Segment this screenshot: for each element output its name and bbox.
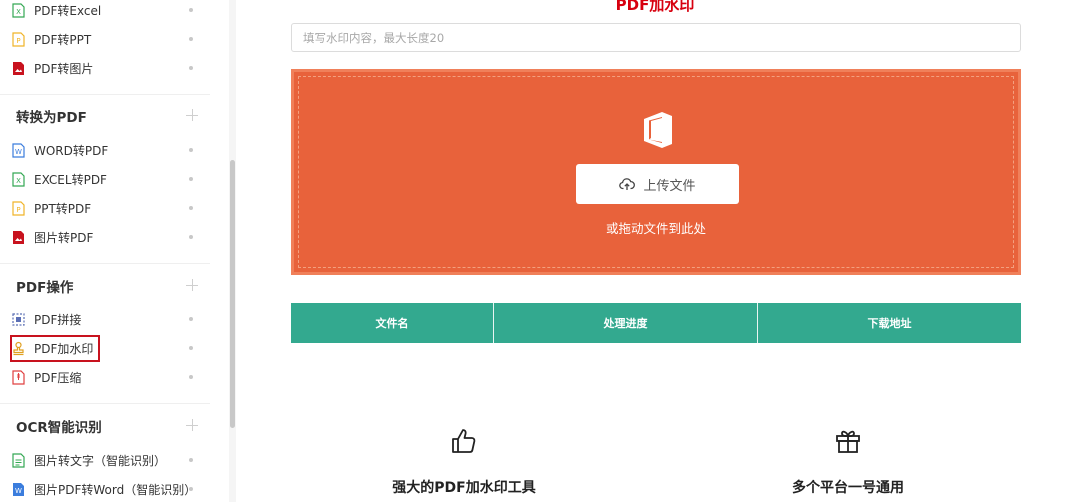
ppt-file-icon: P: [12, 32, 25, 47]
column-header-download: 下载地址: [867, 317, 912, 330]
sidebar-item-image-to-pdf[interactable]: 图片转PDF: [0, 223, 210, 252]
stamp-icon: [13, 341, 24, 356]
dot-icon: [189, 458, 193, 462]
feature-title: 强大的PDF加水印工具: [392, 480, 536, 496]
file-drop-zone[interactable]: 上传文件 或拖动文件到此处: [291, 69, 1021, 275]
file-table-header: 文件名 处理进度 下载地址: [291, 303, 1021, 343]
merge-icon: [12, 313, 25, 326]
sidebar-item-label: WORD转PDF: [34, 144, 109, 158]
watermark-text-input[interactable]: [291, 23, 1021, 52]
feature-multi-platform: 多个平台一号通用: [748, 427, 948, 497]
dot-icon: [189, 487, 193, 491]
expand-plus-icon[interactable]: [186, 109, 198, 121]
compress-file-icon: [12, 370, 25, 385]
upload-file-button[interactable]: 上传文件: [576, 164, 739, 204]
sidebar-item-pdf-to-excel[interactable]: X PDF转Excel: [0, 0, 210, 25]
sidebar-item-pdf-merge[interactable]: PDF拼接: [0, 305, 210, 334]
feature-powerful-tool: 强大的PDF加水印工具: [364, 427, 564, 497]
expand-plus-icon[interactable]: [186, 279, 198, 291]
sidebar: X PDF转Excel P PDF转PPT PDF转图片 转换为PDF W WO…: [0, 0, 230, 502]
sidebar-item-word-to-pdf[interactable]: W WORD转PDF: [0, 136, 210, 165]
group-title-to-pdf[interactable]: 转换为PDF: [16, 106, 87, 126]
dot-icon: [189, 148, 193, 152]
sidebar-item-label: PDF转PPT: [34, 33, 92, 47]
upload-file-label: 上传文件: [643, 178, 696, 194]
column-header-progress: 处理进度: [494, 303, 758, 343]
excel-file-icon: X: [12, 172, 25, 187]
sidebar-item-image-pdf-to-word[interactable]: W 图片PDF转Word（智能识别）: [0, 475, 210, 502]
sidebar-item-label: 图片PDF转Word（智能识别）: [34, 483, 197, 497]
sidebar-item-pdf-compress[interactable]: PDF压缩: [0, 363, 210, 392]
dot-icon: [189, 375, 193, 379]
cloud-upload-icon: [619, 178, 636, 190]
text-file-icon: [12, 453, 25, 468]
divider: [0, 403, 210, 404]
dot-icon: [189, 235, 193, 239]
sidebar-item-pdf-watermark[interactable]: PDF加水印: [0, 334, 210, 363]
sidebar-item-label: PPT转PDF: [34, 202, 92, 216]
svg-text:X: X: [16, 177, 21, 185]
dot-icon: [189, 8, 193, 12]
word-file-icon: W: [12, 143, 25, 158]
sidebar-item-ppt-to-pdf[interactable]: P PPT转PDF: [0, 194, 210, 223]
feature-title: 多个平台一号通用: [792, 480, 904, 496]
sidebar-item-image-to-text[interactable]: 图片转文字（智能识别）: [0, 446, 210, 475]
svg-text:P: P: [16, 37, 20, 45]
svg-text:W: W: [15, 148, 22, 156]
excel-file-icon: X: [12, 3, 25, 18]
ppt-file-icon: P: [12, 201, 25, 216]
page-title: PDF加水印: [615, 0, 695, 14]
group-title-pdf-ops[interactable]: PDF操作: [16, 276, 73, 296]
image-file-icon: [13, 62, 24, 75]
dot-icon: [189, 177, 193, 181]
sidebar-item-pdf-to-ppt[interactable]: P PDF转PPT: [0, 25, 210, 54]
dot-icon: [189, 66, 193, 70]
word-file-icon: W: [13, 483, 24, 496]
svg-text:W: W: [15, 487, 22, 495]
svg-text:P: P: [16, 206, 20, 214]
sidebar-item-excel-to-pdf[interactable]: X EXCEL转PDF: [0, 165, 210, 194]
dot-icon: [189, 317, 193, 321]
sidebar-item-label: PDF转图片: [34, 62, 94, 76]
sidebar-item-pdf-to-image[interactable]: PDF转图片: [0, 54, 210, 83]
divider: [0, 94, 210, 95]
gift-icon: [836, 430, 860, 453]
thumbs-up-icon: [452, 429, 476, 453]
group-title-ocr[interactable]: OCR智能识别: [16, 416, 102, 436]
drag-hint-text: 或拖动文件到此处: [605, 221, 706, 236]
scrollbar-thumb[interactable]: [230, 160, 235, 428]
svg-text:X: X: [16, 8, 21, 16]
dot-icon: [189, 37, 193, 41]
sidebar-item-label: PDF加水印: [34, 342, 94, 356]
sidebar-item-label: PDF拼接: [34, 313, 82, 327]
sidebar-item-label: 图片转PDF: [34, 231, 94, 245]
column-header-filename: 文件名: [291, 303, 494, 343]
office-logo-icon: [644, 112, 672, 148]
dot-icon: [189, 206, 193, 210]
sidebar-item-label: 图片转文字（智能识别）: [34, 454, 167, 468]
dot-icon: [189, 346, 193, 350]
sidebar-item-label: PDF压缩: [34, 371, 82, 385]
divider: [0, 263, 210, 264]
sidebar-item-label: EXCEL转PDF: [34, 173, 107, 187]
sidebar-item-label: PDF转Excel: [34, 4, 102, 18]
expand-plus-icon[interactable]: [186, 419, 198, 431]
image-file-icon: [13, 231, 24, 244]
